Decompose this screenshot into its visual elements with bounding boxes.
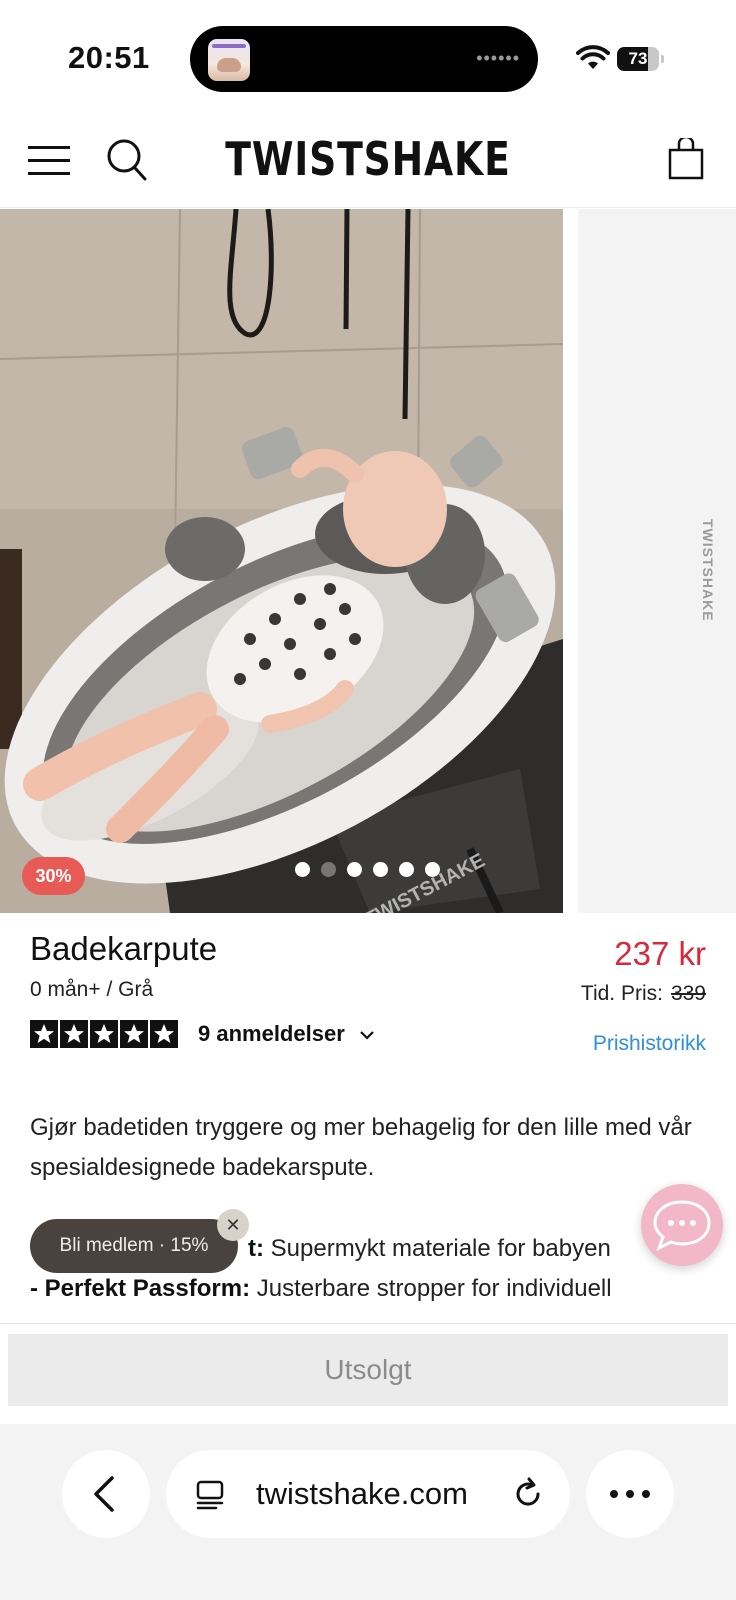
star-icon — [120, 1020, 148, 1048]
back-button[interactable] — [62, 1450, 150, 1538]
member-signup-pill[interactable]: Bli medlem · 15% — [30, 1219, 238, 1273]
cta-bar: Utsolgt — [0, 1323, 736, 1423]
reviews-count: 9 anmeldelser — [198, 1021, 345, 1046]
status-bar: 20:51 •••••• 73 — [0, 0, 736, 110]
product-variant: 0 mån+ / Grå — [30, 978, 154, 1001]
gallery-dot[interactable] — [373, 862, 388, 877]
url-text: twistshake.com — [256, 1476, 468, 1511]
baby-bath-photo: TWISTSHAKE — [0, 209, 563, 913]
wifi-icon — [576, 45, 610, 69]
browser-toolbar: twistshake.com — [0, 1424, 736, 1600]
previous-price: 339 — [670, 982, 706, 1005]
reload-icon[interactable] — [510, 1476, 546, 1512]
battery-icon: 73 — [617, 47, 664, 71]
product-title: Badekarpute — [30, 930, 218, 967]
gallery-dot[interactable] — [347, 862, 362, 877]
chevron-down-icon — [360, 1031, 374, 1040]
star-icon — [90, 1020, 118, 1048]
price-history-link[interactable]: Prishistorikk — [593, 1032, 706, 1056]
island-activity-dots: •••••• — [476, 48, 520, 68]
previous-price-row: Tid. Pris: 339 — [581, 982, 706, 1006]
reader-mode-icon[interactable] — [194, 1478, 226, 1510]
next-slide-brand: TWISTSHAKE — [700, 519, 716, 622]
product-description: Gjør badetiden tryggere og mer behagelig… — [30, 1114, 692, 1181]
product-gallery[interactable]: TWISTSHAKE 30% TWISTSHAKE — [0, 209, 736, 913]
site-header: TWISTSHAKE — [0, 110, 736, 208]
battery-level: 73 — [628, 49, 648, 68]
next-product-image[interactable]: TWISTSHAKE — [578, 209, 736, 913]
feature-item: - Perfekt Passform: Justerbare stropper … — [30, 1275, 612, 1302]
product-image[interactable]: TWISTSHAKE 30% — [0, 209, 563, 913]
gallery-dot[interactable] — [399, 862, 414, 877]
discount-badge: 30% — [22, 857, 85, 895]
star-icon — [30, 1020, 58, 1048]
close-icon[interactable]: ✕ — [217, 1209, 249, 1241]
gallery-dot[interactable] — [321, 862, 336, 877]
back-chevron-icon — [94, 1476, 114, 1512]
hamburger-menu-icon[interactable] — [28, 146, 70, 176]
dynamic-island[interactable]: •••••• — [190, 26, 538, 92]
chat-button[interactable] — [641, 1184, 723, 1266]
gallery-dot[interactable] — [295, 862, 310, 877]
more-button[interactable] — [586, 1450, 674, 1538]
chat-bubble-icon — [653, 1200, 711, 1252]
star-icon — [60, 1020, 88, 1048]
star-icon — [150, 1020, 178, 1048]
more-dots-icon — [610, 1490, 650, 1498]
reviews-toggle[interactable]: 9 anmeldelser — [198, 1021, 375, 1047]
address-bar[interactable]: twistshake.com — [166, 1450, 570, 1538]
shopping-bag-icon[interactable] — [668, 138, 704, 180]
clock: 20:51 — [68, 40, 150, 75]
brand-logo[interactable]: TWISTSHAKE — [66, 132, 670, 186]
current-price: 237 kr — [614, 935, 706, 972]
soldout-button[interactable]: Utsolgt — [8, 1334, 728, 1406]
baby-sleep-app-icon[interactable] — [208, 39, 250, 81]
previous-price-label: Tid. Pris: — [580, 982, 663, 1005]
gallery-dot[interactable] — [425, 862, 440, 877]
